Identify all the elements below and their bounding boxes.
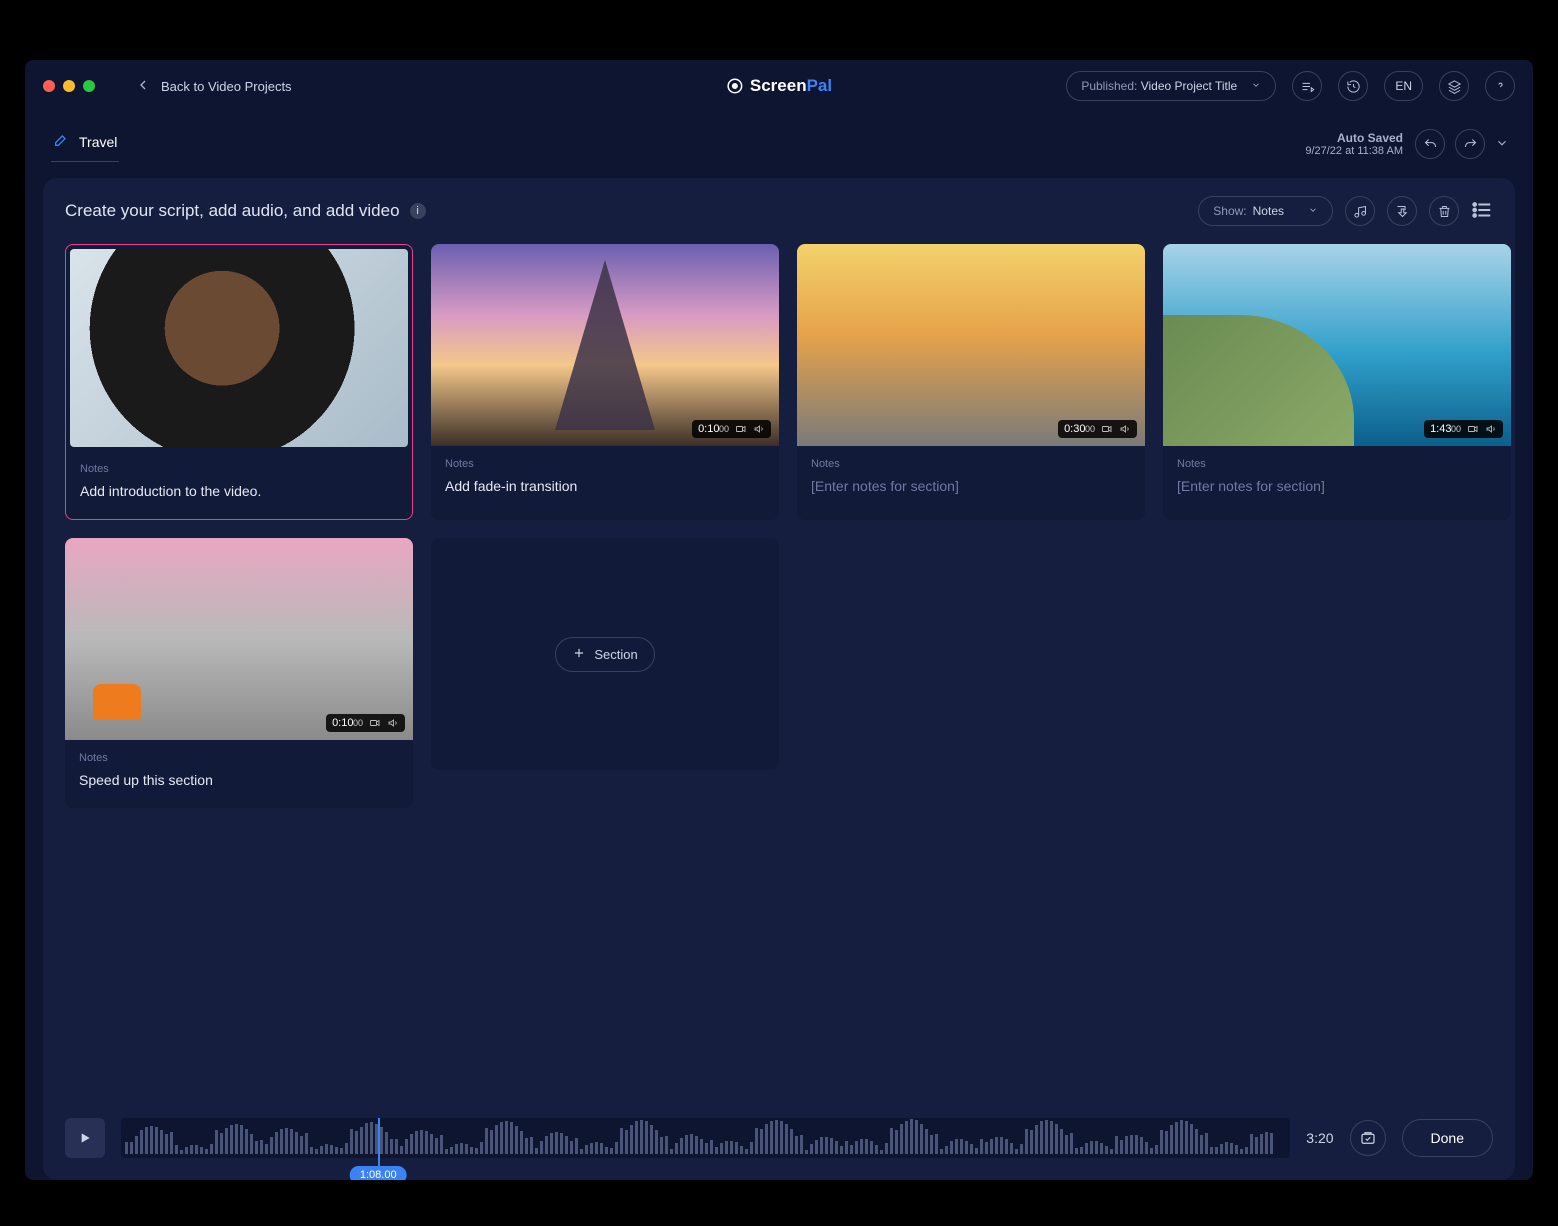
section-thumbnail[interactable]: 0:30.00 [797, 244, 1145, 446]
minimize-window[interactable] [63, 80, 75, 92]
duration-text: 0:10.00 [698, 423, 729, 435]
section-grid: Notes Add introduction to the video. 0:10.… [65, 244, 1493, 808]
instruction-text: Create your script, add audio, and add v… [65, 201, 426, 221]
autosave-status: Auto Saved 9/27/22 at 11:38 AM [1305, 131, 1403, 157]
show-value: Notes [1253, 204, 1284, 218]
timeline-footer: 1:08.00 3:20 Done [65, 1100, 1493, 1158]
notes-placeholder[interactable]: [Enter notes for section] [1177, 478, 1497, 494]
done-button[interactable]: Done [1402, 1119, 1493, 1157]
chevron-down-icon [1251, 79, 1261, 93]
info-icon[interactable]: i [410, 203, 426, 219]
window-controls [43, 80, 95, 92]
audio-icon [753, 423, 765, 435]
plus-icon [572, 646, 586, 663]
section-card[interactable]: 0:10.00 Notes Speed up this section [65, 538, 413, 808]
notes-label: Notes [445, 458, 765, 470]
app-window: Back to Video Projects ScreenPal Publish… [25, 60, 1533, 1180]
section-thumbnail[interactable]: 0:10.00 [65, 538, 413, 740]
playhead-time: 1:08.00 [350, 1166, 407, 1180]
topbar: Back to Video Projects ScreenPal Publish… [25, 60, 1533, 112]
autosave-label: Auto Saved [1305, 131, 1403, 145]
audio-icon [1485, 423, 1497, 435]
notes-block: Notes Add fade-in transition [431, 446, 779, 514]
autosave-time: 9/27/22 at 11:38 AM [1305, 145, 1403, 157]
section-card[interactable]: 0:30.00 Notes [Enter notes for section] [797, 244, 1145, 520]
edit-icon [53, 132, 69, 151]
add-section-card[interactable]: Section [431, 538, 779, 770]
show-label: Show: [1213, 204, 1246, 218]
section-thumbnail[interactable] [70, 249, 408, 447]
duration-badge: 0:10.00 [326, 714, 405, 732]
notes-text[interactable]: Add fade-in transition [445, 478, 765, 494]
notes-label: Notes [811, 458, 1131, 470]
video-icon [1101, 423, 1113, 435]
notes-text[interactable]: Speed up this section [79, 772, 399, 788]
duration-badge: 0:30.00 [1058, 420, 1137, 438]
section-thumbnail[interactable]: 1:43.00 [1163, 244, 1511, 446]
duration-badge: 1:43.00 [1424, 420, 1503, 438]
brand-logo: ScreenPal [726, 76, 832, 96]
help-icon[interactable] [1485, 71, 1515, 101]
publish-status-dropdown[interactable]: Published: Video Project Title [1066, 71, 1276, 101]
brand-b: Pal [807, 76, 833, 95]
playlist-icon[interactable] [1292, 71, 1322, 101]
undo-button[interactable] [1415, 129, 1445, 159]
total-duration: 3:20 [1306, 1130, 1333, 1146]
duration-text: 0:10.00 [332, 717, 363, 729]
audio-icon [387, 717, 399, 729]
play-button[interactable] [65, 1118, 105, 1158]
project-title: Travel [79, 134, 117, 150]
close-window[interactable] [43, 80, 55, 92]
back-button[interactable]: Back to Video Projects [135, 77, 292, 96]
redo-button[interactable] [1455, 129, 1485, 159]
music-button[interactable] [1345, 196, 1375, 226]
section-card[interactable]: 1:43.00 Notes [Enter notes for section] [1163, 244, 1511, 520]
chevron-down-icon [1308, 204, 1318, 218]
back-label: Back to Video Projects [161, 79, 292, 94]
delete-button[interactable] [1429, 196, 1459, 226]
brand-a: Screen [750, 76, 807, 95]
language-button[interactable]: EN [1384, 71, 1423, 101]
video-icon [369, 717, 381, 729]
notes-text[interactable]: Add introduction to the video. [80, 483, 398, 499]
layers-icon[interactable] [1439, 71, 1469, 101]
duration-text: 0:30.00 [1064, 423, 1095, 435]
import-button[interactable] [1387, 196, 1417, 226]
publish-value: Video Project Title [1141, 79, 1238, 93]
video-icon [1467, 423, 1479, 435]
add-section-label: Section [594, 647, 637, 662]
section-card[interactable]: Notes Add introduction to the video. [65, 244, 413, 520]
notes-label: Notes [79, 752, 399, 764]
arrow-left-icon [135, 77, 151, 96]
notes-placeholder[interactable]: [Enter notes for section] [811, 478, 1131, 494]
more-menu[interactable] [1495, 136, 1509, 153]
storyboard-panel: Create your script, add audio, and add v… [43, 178, 1515, 1180]
maximize-window[interactable] [83, 80, 95, 92]
section-thumbnail[interactable]: 0:10.00 [431, 244, 779, 446]
notes-block: Notes Speed up this section [65, 740, 413, 808]
add-section-button[interactable]: Section [555, 637, 654, 672]
video-icon [735, 423, 747, 435]
notes-label: Notes [1177, 458, 1497, 470]
history-icon[interactable] [1338, 71, 1368, 101]
waveform-scrubber[interactable] [121, 1118, 1290, 1158]
list-view-toggle[interactable] [1471, 199, 1493, 224]
notes-block: Notes [Enter notes for section] [797, 446, 1145, 514]
audio-icon [1119, 423, 1131, 435]
publish-label: Published: [1081, 79, 1137, 93]
section-card[interactable]: 0:10.00 Notes Add fade-in transition [431, 244, 779, 520]
enhance-button[interactable] [1350, 1120, 1386, 1156]
duration-text: 1:43.00 [1430, 423, 1461, 435]
notes-label: Notes [80, 463, 398, 475]
notes-block: Notes Add introduction to the video. [66, 451, 412, 519]
project-title-group[interactable]: Travel [51, 126, 119, 162]
duration-badge: 0:10.00 [692, 420, 771, 438]
notes-block: Notes [Enter notes for section] [1163, 446, 1511, 514]
show-dropdown[interactable]: Show: Notes [1198, 196, 1333, 226]
project-titlebar: Travel Auto Saved 9/27/22 at 11:38 AM [25, 112, 1533, 172]
